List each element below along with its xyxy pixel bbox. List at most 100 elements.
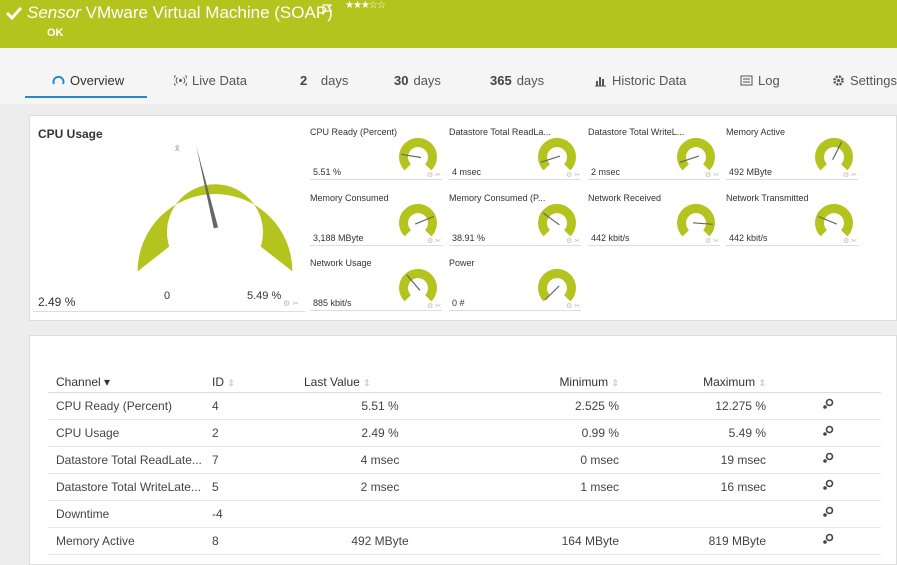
header-label: Minimum	[559, 374, 609, 389]
small-gauge: Memory Consumed (P... 38.91 % ⚙ ✂	[449, 193, 583, 249]
sort-icon: ⇕	[227, 377, 235, 388]
gauge-arc	[538, 203, 576, 237]
tab-label: days	[516, 73, 545, 88]
channel-settings-icon[interactable]	[822, 398, 834, 410]
gauge-arc	[815, 137, 853, 171]
tab-historic-data[interactable]: Historic Data	[594, 73, 686, 88]
cell-max: 819 MByte	[619, 527, 766, 555]
gauge-tools-icon[interactable]: ⚙ ✂	[427, 237, 441, 245]
gauge-tools-icon[interactable]: ⚙ ✂	[427, 171, 441, 179]
table-row[interactable]: CPU Ready (Percent) 4 5.51 % 2.525 % 12.275 …	[48, 392, 881, 420]
gauge-dial	[399, 268, 437, 302]
gauge-value: 442 kbit/s	[729, 233, 768, 243]
col-id[interactable]: ID ⇕	[204, 372, 296, 393]
gauge-tools-icon[interactable]: ⚙ ✂	[705, 171, 719, 179]
tab-live-data[interactable]: Live Data	[174, 73, 247, 88]
flag-icon[interactable]	[321, 4, 333, 16]
tab-30-days[interactable]: 30 days	[394, 73, 441, 88]
col-maximum[interactable]: Maximum ⇕	[619, 372, 766, 393]
channel-settings-icon[interactable]	[822, 533, 834, 545]
gauge-arc	[399, 203, 437, 237]
small-gauge: Datastore Total ReadLa... 4 msec ⚙ ✂	[449, 127, 583, 183]
table-header-row: Channel ▾ ID ⇕ Last Value ⇕ Minimum ⇕ Ma…	[48, 372, 881, 393]
tab-label: days	[413, 73, 441, 88]
cell-last: 4 msec	[296, 446, 456, 474]
gauge-tools-icon[interactable]: ⚙ ✂	[427, 302, 441, 310]
tab-number: 30	[394, 73, 409, 88]
gauge-dial	[815, 203, 853, 237]
tab-label: Overview	[70, 73, 125, 88]
small-gauge: Network Usage 885 kbit/s ⚙ ✂	[310, 258, 444, 314]
cell-min: 0 msec	[456, 446, 619, 474]
divider	[449, 245, 581, 246]
cell-id: -4	[204, 500, 296, 528]
small-gauge: Network Transmitted 442 kbit/s ⚙ ✂	[726, 193, 860, 249]
channel-settings-icon[interactable]	[822, 479, 834, 491]
cell-channel: CPU Usage	[48, 419, 204, 447]
bar-chart-icon	[595, 77, 606, 87]
gauge-dial	[538, 137, 576, 171]
gauge-dial	[538, 203, 576, 237]
cell-max	[619, 500, 766, 528]
cell-id: 2	[204, 419, 296, 447]
tab-2-days[interactable]: 2 days	[300, 73, 348, 88]
gauge-tools-icon[interactable]: ⚙ ✂	[566, 302, 580, 310]
cell-last: 2.49 %	[296, 419, 456, 447]
cell-actions	[766, 473, 881, 501]
gauge-arc	[538, 268, 576, 302]
gauge-tools-icon[interactable]: ⚙ ✂	[566, 171, 580, 179]
col-minimum[interactable]: Minimum ⇕	[456, 372, 619, 393]
cell-max: 16 msec	[619, 473, 766, 501]
channel-settings-icon[interactable]	[822, 506, 834, 518]
small-gauge: Power 0 # ⚙ ✂	[449, 258, 583, 314]
col-last-value[interactable]: Last Value ⇕	[296, 372, 456, 393]
divider	[449, 179, 581, 180]
gauge-tools-icon[interactable]: ⚙ ✂	[566, 237, 580, 245]
tab-log[interactable]: Log	[740, 73, 780, 88]
col-channel[interactable]: Channel ▾	[48, 372, 204, 393]
gauge-tools-icon[interactable]: ⚙ ✂	[843, 171, 857, 179]
table-row[interactable]: CPU Usage 2 2.49 % 0.99 % 5.49 %	[48, 419, 881, 447]
gauge-arc	[399, 137, 437, 171]
channel-settings-icon[interactable]	[822, 452, 834, 464]
table-row[interactable]: Datastore Total WriteLate... 5 2 msec 1 mse…	[48, 473, 881, 501]
header-label: Last Value	[304, 374, 360, 389]
divider	[33, 311, 305, 312]
tab-settings[interactable]: Settings	[832, 73, 897, 88]
channel-settings-icon[interactable]	[822, 425, 834, 437]
gauge-value: 3,188 MByte	[313, 233, 364, 243]
gauge-dial	[399, 203, 437, 237]
cell-last: 492 MByte	[296, 527, 456, 555]
cell-channel: Datastore Total ReadLate...	[48, 446, 204, 474]
gauge-arc	[815, 203, 853, 237]
table-row[interactable]: Downtime -4	[48, 500, 881, 528]
gauge-tools-icon[interactable]: ⚙ ✂	[283, 299, 299, 308]
sort-icon: ⇕	[758, 377, 766, 388]
table-row[interactable]: Datastore Total ReadLate... 7 4 msec 0 msec…	[48, 446, 881, 474]
small-gauge: Network Received 442 kbit/s ⚙ ✂	[588, 193, 722, 249]
cell-min: 164 MByte	[456, 527, 619, 555]
divider	[726, 179, 858, 180]
cell-last: 5.51 %	[296, 392, 456, 420]
divider	[310, 179, 442, 180]
gauge-arc	[677, 137, 715, 171]
table-row[interactable]: Memory Active 8 492 MByte 164 MByte 819 MByt…	[48, 527, 881, 555]
big-gauge-value: 2.49 %	[38, 295, 76, 309]
cell-id: 4	[204, 392, 296, 420]
col-actions	[766, 372, 881, 393]
channel-table: Channel ▾ ID ⇕ Last Value ⇕ Minimum ⇕ Ma…	[48, 372, 881, 555]
priority-stars[interactable]: ★★★☆☆	[345, 0, 386, 11]
status-text: OK	[47, 27, 64, 39]
gauge-dial	[815, 137, 853, 171]
divider	[588, 179, 720, 180]
gauge-tools-icon[interactable]: ⚙ ✂	[705, 237, 719, 245]
gauge-value: 885 kbit/s	[313, 298, 352, 308]
tab-label: days	[320, 73, 349, 88]
tab-365-days[interactable]: 365 days	[490, 73, 544, 88]
gauge-tools-icon[interactable]: ⚙ ✂	[843, 237, 857, 245]
tab-overview[interactable]: Overview	[52, 73, 124, 88]
header-label: ID	[212, 374, 224, 389]
cpu-usage-gauge: x̄	[137, 143, 293, 272]
cell-channel: Downtime	[48, 500, 204, 528]
cell-actions	[766, 527, 881, 555]
